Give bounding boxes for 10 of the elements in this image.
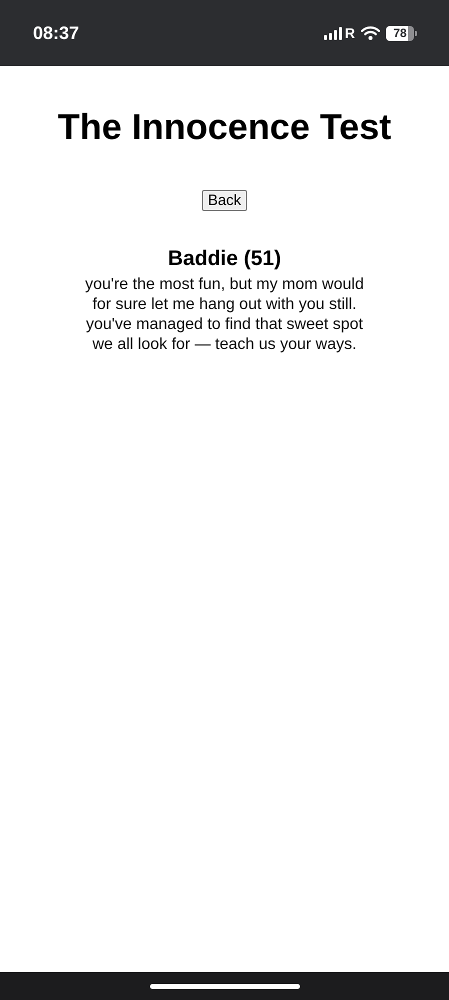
result-description: you're the most fun, but my mom would for sure let me hang out with you still. you've managed to find that sweet spot we all look for — teach us your ways. <box>84 275 365 355</box>
home-indicator[interactable] <box>150 984 300 988</box>
battery-percent: 78 <box>393 26 407 40</box>
back-button[interactable]: Back <box>202 190 248 211</box>
status-time: 08:37 <box>33 22 80 44</box>
signal-icon <box>324 26 344 40</box>
result-heading: Baddie (51) <box>168 247 282 271</box>
page-title: The Innocence Test <box>58 106 392 148</box>
carrier-label: R <box>344 25 355 41</box>
wifi-icon <box>361 26 380 40</box>
